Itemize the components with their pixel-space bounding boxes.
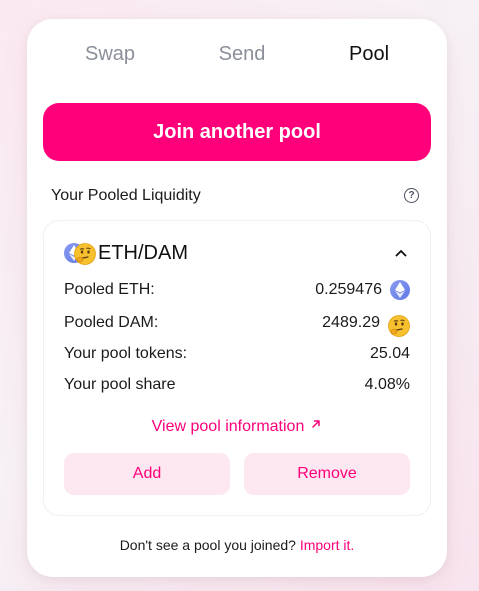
tab-swap[interactable]: Swap [85,43,135,66]
pooled-eth-value: 0.259476 [315,281,382,298]
pooled-dam-row: Pooled DAM: 2489.29 [64,312,410,337]
import-pool-text: Don't see a pool you joined? [119,537,296,553]
chevron-up-icon[interactable] [394,246,408,260]
pool-share-row: Your pool share 4.08% [64,374,410,396]
external-arrow-icon [310,417,322,429]
pair-name: ETH/DAM [98,241,188,264]
pool-tokens-label: Your pool tokens: [64,345,188,362]
add-liquidity-button[interactable]: Add [64,453,230,495]
pooled-liquidity-header: Your Pooled Liquidity [51,187,201,204]
pooled-dam-label: Pooled DAM: [64,314,159,331]
question-help-icon[interactable]: ? [404,188,419,203]
eth-icon [390,280,410,300]
join-pool-button[interactable]: Join another pool [43,103,431,161]
tab-send[interactable]: Send [219,43,266,66]
thinking-face-icon [74,243,96,265]
pooled-eth-label: Pooled ETH: [64,281,155,298]
position-card: ETH/DAM Pooled ETH: 0.259476 Pooled DAM: [43,220,431,516]
view-pool-info-label: View pool information [151,418,305,435]
nav-tabs: Swap Send Pool [27,43,447,75]
thinking-face-icon [388,315,410,337]
import-pool-note: Don't see a pool you joined? Import it. [27,537,447,553]
import-pool-link[interactable]: Import it. [300,537,354,553]
pooled-eth-row: Pooled ETH: 0.259476 [64,279,410,301]
pair-logos [64,241,96,265]
pooled-dam-value: 2489.29 [322,314,380,331]
pool-share-value: 4.08% [364,376,410,393]
pair-header[interactable]: ETH/DAM [64,241,188,265]
tab-pool[interactable]: Pool [349,43,389,66]
pool-share-label: Your pool share [64,376,176,393]
remove-liquidity-button[interactable]: Remove [244,453,410,495]
pool-tokens-value: 25.04 [369,345,410,362]
pool-tokens-row: Your pool tokens: 25.04 [64,343,410,365]
view-pool-info-link[interactable]: View pool information [44,417,430,436]
pool-card: Swap Send Pool Join another pool Your Po… [27,19,447,577]
